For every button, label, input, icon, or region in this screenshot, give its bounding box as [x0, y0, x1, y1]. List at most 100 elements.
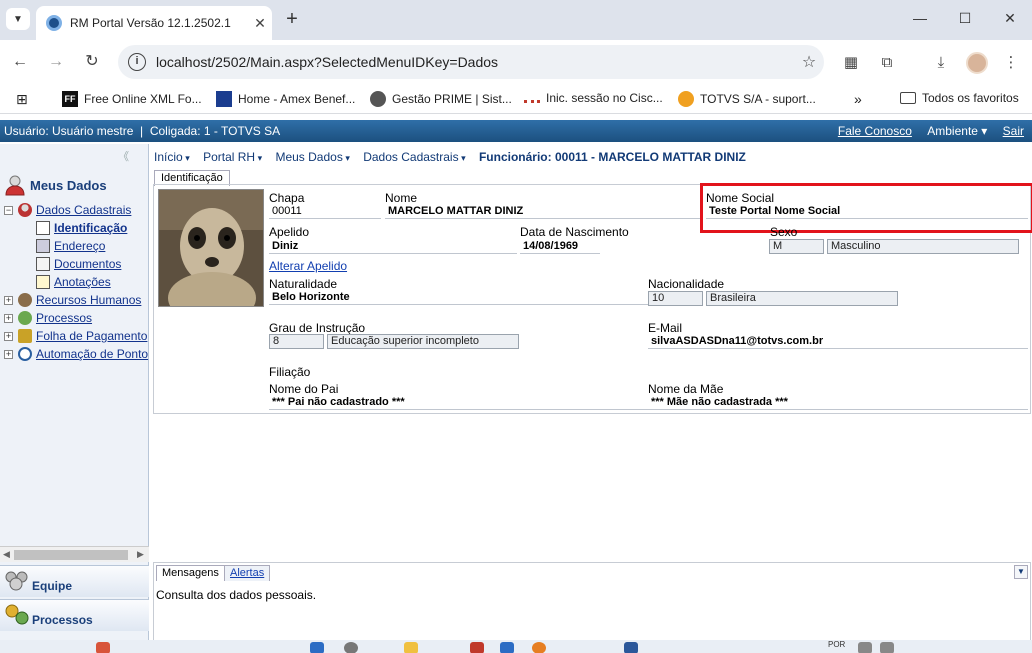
pai-label: Nome do Pai — [269, 382, 339, 396]
user-info: Usuário: Usuário mestre — [4, 124, 134, 138]
bookmarks-overflow-button[interactable]: » — [854, 91, 862, 107]
tab-mensagens[interactable]: Mensagens — [156, 565, 225, 581]
sidebar-item-automacao-de-ponto[interactable]: Automação de Ponto — [18, 346, 148, 362]
contact-link[interactable]: Fale Conosco — [838, 124, 912, 138]
amex-icon — [216, 91, 232, 107]
sidebar: 《 Meus Dados − Dados Cadastrais Identifi… — [0, 144, 149, 653]
nascimento-field: 14/08/1969 — [520, 240, 600, 254]
expander-icon[interactable]: − — [4, 206, 13, 215]
window-close-button[interactable]: ✕ — [995, 10, 1025, 27]
search-icon[interactable] — [344, 642, 358, 653]
back-button[interactable]: ← — [8, 50, 32, 74]
menu-icon[interactable]: ⋮ — [1000, 52, 1022, 74]
close-icon[interactable]: ✕ — [248, 15, 272, 32]
breadcrumb-current: Funcionário: 00011 - MARCELO MATTAR DINI… — [478, 150, 746, 164]
browser-tab[interactable]: RM Portal Versão 12.1.2502.1 ✕ — [36, 6, 272, 40]
wifi-icon[interactable] — [858, 642, 872, 653]
logout-link[interactable]: Sair — [1003, 124, 1024, 138]
profile-avatar[interactable] — [966, 52, 988, 74]
sidebar-item-identificacao[interactable]: Identificação — [36, 220, 127, 236]
app-icon[interactable] — [470, 642, 484, 653]
sidebar-horizontal-scrollbar[interactable]: ◀ ▶ — [0, 546, 149, 562]
maximize-button[interactable]: ☐ — [950, 10, 980, 27]
highlight-box — [700, 183, 1032, 233]
chevron-down-icon[interactable]: ▼ — [1014, 565, 1028, 579]
alterar-apelido-link[interactable]: Alterar Apelido — [269, 259, 347, 273]
bookmark-item[interactable]: Gestão PRIME | Sist... — [370, 91, 512, 107]
sexo-field: Masculino — [827, 239, 1019, 254]
sidebar-item-anotacoes[interactable]: Anotações — [36, 274, 111, 290]
address-bar[interactable]: i localhost/2502/Main.aspx?SelectedMenuI… — [118, 45, 824, 79]
breadcrumb-meus-dados[interactable]: Meus Dados — [275, 150, 349, 164]
browser-tab-bar: ▼ RM Portal Versão 12.1.2502.1 ✕ + — ☐ ✕ — [0, 0, 1032, 40]
sidebar-item-recursos-humanos[interactable]: Recursos Humanos — [18, 292, 141, 308]
expander-icon[interactable]: + — [4, 332, 13, 341]
expander-icon[interactable]: + — [4, 350, 13, 359]
mae-field: *** Mãe não cadastrada *** — [648, 396, 1028, 410]
breadcrumb-inicio[interactable]: Início — [154, 150, 190, 164]
reload-button[interactable]: ↻ — [80, 50, 104, 74]
bookmark-item[interactable]: TOTVS S/A - suport... — [678, 91, 816, 107]
status-message: Consulta dos dados pessoais. — [156, 588, 317, 602]
instrucao-field: Educação superior incompleto — [327, 334, 519, 349]
sidebar-item-dados-cadastrais[interactable]: Dados Cadastrais — [18, 202, 131, 218]
apps-icon[interactable]: ⊞ — [16, 91, 28, 108]
bookmark-item[interactable]: Home - Amex Benef... — [216, 91, 355, 107]
money-icon — [18, 329, 32, 343]
sidebar-panel-equipe[interactable]: Equipe — [0, 565, 149, 597]
windows-start-icon[interactable] — [310, 642, 324, 653]
word-icon[interactable] — [624, 642, 638, 653]
meerkat-photo-icon — [159, 190, 263, 306]
sidebar-item-folha-de-pagamento[interactable]: Folha de Pagamento — [18, 328, 147, 344]
instrucao-code-field: 8 — [269, 334, 324, 349]
sidebar-panel-processos[interactable]: Processos — [0, 599, 149, 631]
sidebar-item-processos[interactable]: Processos — [18, 310, 92, 326]
email-label: E-Mail — [648, 321, 683, 335]
star-icon[interactable]: ☆ — [794, 52, 824, 72]
totvs-icon — [678, 91, 694, 107]
breadcrumb-dados-cadastrais[interactable]: Dados Cadastrais — [363, 150, 465, 164]
sexo-label: Sexo — [770, 225, 798, 239]
app-icon[interactable] — [96, 642, 110, 653]
browser-icon[interactable] — [532, 642, 546, 653]
topbar-separator: | — [140, 124, 144, 138]
bookmark-item[interactable]: Inic. sessão no Cisc... — [524, 91, 663, 105]
sidebar-item-endereco[interactable]: Endereço — [36, 238, 105, 254]
tab-list-button[interactable]: ▼ — [6, 8, 30, 30]
sidebar-header[interactable]: Meus Dados — [4, 174, 107, 196]
os-taskbar: POR — [0, 640, 1032, 653]
scroll-right-icon[interactable]: ▶ — [137, 549, 144, 560]
chevron-down-icon: ▼ — [13, 13, 23, 25]
extensions-icon[interactable]: ⧉ — [876, 52, 898, 74]
scroll-left-icon[interactable]: ◀ — [3, 549, 10, 560]
prime-icon — [370, 91, 386, 107]
download-icon[interactable]: ⤓ — [930, 52, 952, 74]
main-content: Início Portal RH Meus Dados Dados Cadast… — [150, 144, 1032, 653]
bookmark-item[interactable]: FF Free Online XML Fo... — [62, 91, 202, 107]
collapse-sidebar-button[interactable]: 《 — [118, 148, 129, 164]
new-tab-button[interactable]: + — [280, 8, 304, 32]
volume-icon[interactable] — [880, 642, 894, 653]
breadcrumb-portal-rh[interactable]: Portal RH — [203, 150, 262, 164]
address-icon — [36, 239, 50, 253]
all-bookmarks-button[interactable]: Todos os favoritos — [900, 91, 1019, 105]
forward-button[interactable]: → — [44, 50, 68, 74]
environment-menu[interactable]: Ambiente ▾ — [927, 124, 987, 138]
language-indicator[interactable]: POR — [828, 640, 845, 649]
app-icon[interactable] — [500, 642, 514, 653]
identification-panel: Chapa 00011 Nome MARCELO MATTAR DINIZ No… — [153, 183, 1032, 414]
info-icon[interactable]: i — [128, 53, 146, 71]
cisco-icon — [524, 93, 540, 103]
scrollbar-thumb[interactable] — [14, 550, 128, 560]
expander-icon[interactable]: + — [4, 314, 13, 323]
url-text[interactable]: localhost/2502/Main.aspx?SelectedMenuIDK… — [156, 54, 794, 70]
expander-icon[interactable]: + — [4, 296, 13, 305]
document-icon — [36, 257, 50, 271]
qr-code-icon[interactable]: ▦ — [840, 52, 862, 74]
people-icon — [18, 293, 32, 307]
sidebar-item-documentos[interactable]: Documentos — [36, 256, 121, 272]
tab-alertas[interactable]: Alertas — [224, 565, 271, 581]
folder-icon[interactable] — [404, 642, 418, 653]
minimize-button[interactable]: — — [905, 10, 935, 26]
ff-icon: FF — [62, 91, 78, 107]
